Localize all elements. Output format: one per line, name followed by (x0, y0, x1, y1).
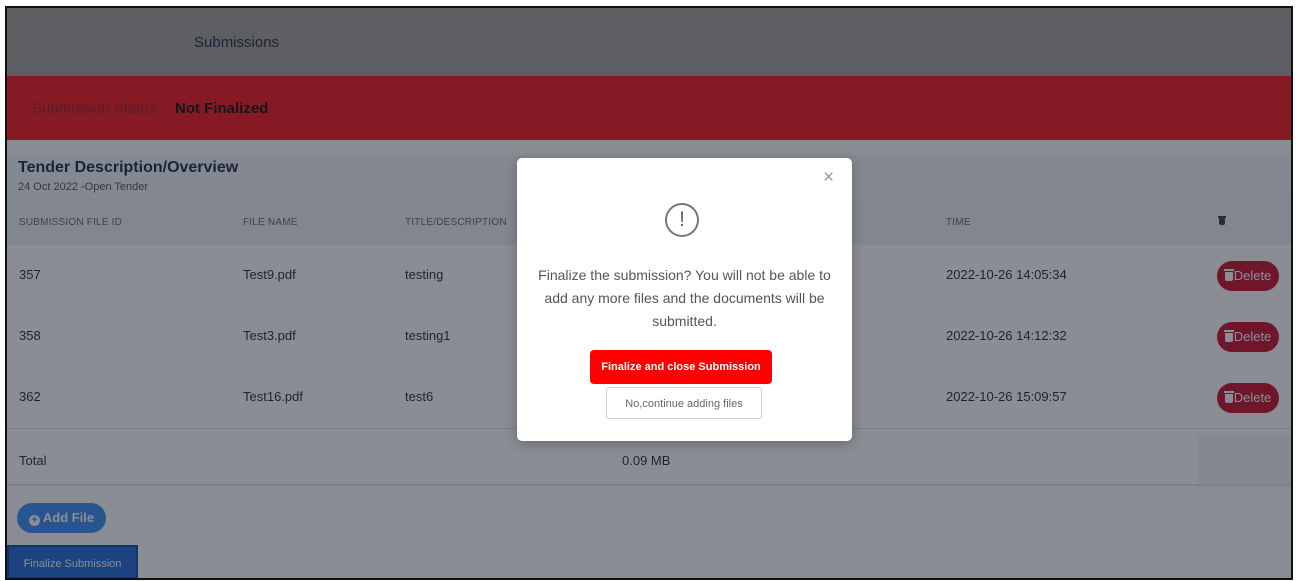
continue-adding-files-button[interactable]: No,continue adding files (606, 387, 762, 419)
exclamation-circle-icon: ! (665, 203, 699, 237)
app-frame: Submissions Submission Status Not Finali… (5, 6, 1293, 580)
close-icon[interactable]: × (823, 168, 834, 187)
finalize-and-close-button[interactable]: Finalize and close Submission (590, 350, 772, 384)
dialog-message: Finalize the submission? You will not be… (538, 267, 831, 329)
finalize-confirm-dialog: × ! Finalize the submission? You will no… (517, 158, 852, 441)
